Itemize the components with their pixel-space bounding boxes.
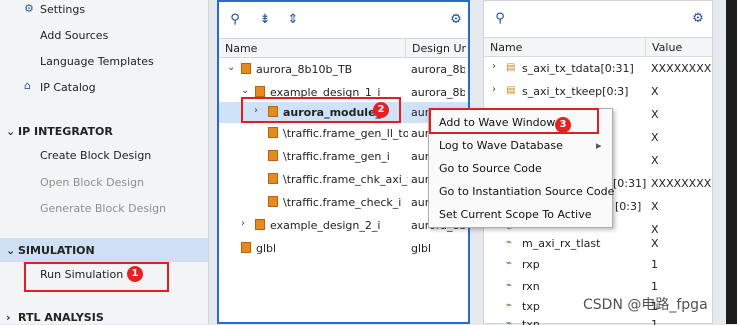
object-value: X (651, 200, 659, 213)
object-name: m_axi_rx_tlast (522, 237, 601, 250)
scope-name: \traffic.frame_gen_ll_to_ax (283, 127, 408, 140)
object-name: [0:3] (615, 200, 642, 213)
section-simulation-label: SIMULATION (18, 244, 95, 257)
chevron-down-icon[interactable]: ⌄ (241, 85, 249, 96)
plug-icon: ⌂ (24, 79, 31, 92)
section-rtl-analysis-label: RTL ANALYSIS (18, 311, 104, 324)
highlight-box-run-simulation (24, 262, 169, 292)
scope-row[interactable]: glbl glbl (219, 237, 468, 260)
object-row[interactable]: › ▤ s_axi_tx_tkeep[0:3] X (484, 80, 712, 103)
bus-icon: ▤ (506, 62, 516, 73)
nav-language-templates[interactable]: Language Templates (40, 55, 154, 68)
column-header-name[interactable]: Name (219, 38, 405, 58)
scope-name: example_design_2_i (270, 219, 381, 232)
nav-settings[interactable]: Settings (40, 3, 85, 16)
module-icon (268, 173, 278, 184)
nav-generate-block-design: Generate Block Design (40, 202, 167, 215)
chevron-right-icon[interactable]: › (492, 84, 496, 95)
step-badge-2: 2 (373, 102, 389, 118)
search-icon[interactable]: ⚲ (492, 11, 508, 27)
menu-item-go-to-source-code[interactable]: Go to Source Code (439, 162, 542, 175)
module-icon (268, 127, 278, 138)
wire-icon: ⌁ (506, 258, 513, 269)
nav-add-sources[interactable]: Add Sources (40, 29, 108, 42)
object-value: X (651, 131, 659, 144)
scope-name: \traffic.frame_check_i (283, 196, 402, 209)
module-icon (255, 219, 265, 230)
highlight-box-add-to-wave (429, 108, 599, 134)
wire-icon: ⌁ (506, 280, 513, 291)
chevron-right-icon[interactable]: › (492, 61, 496, 72)
scopes-toolbar: ⚲ ⇟ ⇕ ⚙ (219, 2, 468, 38)
object-value: 1 (651, 258, 658, 271)
gear-icon: ⚙ (24, 2, 34, 15)
menu-item-log-to-wave-database[interactable]: Log to Wave Database (439, 139, 563, 152)
menu-item-go-to-instantiation-source-code[interactable]: Go to Instantiation Source Code (439, 185, 614, 198)
watermark: CSDN @电路_fpga (583, 297, 708, 313)
scope-name: \traffic.frame_chk_axi_to_l (283, 173, 408, 186)
chevron-down-icon: ⌄ (6, 244, 16, 257)
section-ip-integrator-label: IP INTEGRATOR (18, 125, 113, 138)
section-simulation[interactable]: ⌄ SIMULATION (6, 244, 95, 257)
section-ip-integrator[interactable]: ⌄ IP INTEGRATOR (6, 125, 113, 138)
object-name: txp (522, 300, 540, 313)
wire-icon: ⌁ (506, 300, 513, 311)
object-name: [0:31] (613, 177, 647, 190)
chevron-right-icon: › (6, 311, 11, 324)
step-badge-3: 3 (555, 117, 571, 133)
chevron-down-icon: ⌄ (6, 125, 16, 138)
step-badge-1: 1 (127, 266, 143, 282)
collapse-all-icon[interactable]: ⇟ (257, 12, 273, 28)
column-header-value[interactable]: Value (645, 37, 712, 57)
object-value: 1 (651, 280, 658, 293)
object-name: s_axi_tx_tkeep[0:3] (522, 85, 629, 98)
menu-item-set-current-scope-active[interactable]: Set Current Scope To Active (439, 208, 591, 221)
scope-name: aurora_8b10b_TB (256, 63, 353, 76)
nav-open-block-design: Open Block Design (40, 176, 145, 189)
object-value: XXXXXXXX (651, 62, 711, 75)
nav-create-block-design[interactable]: Create Block Design (40, 149, 151, 162)
gear-icon[interactable]: ⚙ (448, 12, 464, 28)
gear-icon[interactable]: ⚙ (690, 11, 706, 27)
module-icon (268, 150, 278, 161)
section-rtl-analysis[interactable]: › RTL ANALYSIS (6, 311, 104, 324)
scope-design-unit: glbl (411, 242, 432, 255)
chevron-down-icon[interactable]: ⌄ (227, 62, 235, 73)
expand-all-icon[interactable]: ⇕ (285, 12, 301, 28)
object-value: XXXXXXXX (651, 177, 711, 190)
module-icon (255, 86, 265, 97)
object-name: rxp (522, 258, 540, 271)
scope-design-unit: aurora_8b (411, 86, 465, 99)
search-icon[interactable]: ⚲ (227, 12, 243, 28)
object-value: X (651, 108, 659, 121)
nav-ip-catalog[interactable]: IP Catalog (40, 81, 96, 94)
scope-name: \traffic.frame_gen_i (283, 150, 390, 163)
module-icon (268, 196, 278, 207)
column-header-name[interactable]: Name (484, 37, 645, 57)
scope-name: glbl (256, 242, 277, 255)
wire-icon: ⌁ (506, 237, 513, 248)
object-row[interactable]: ⌁ txn 1 (484, 313, 712, 325)
object-value: X (651, 154, 659, 167)
object-value: X (651, 85, 659, 98)
object-row[interactable]: › ▤ s_axi_tx_tdata[0:31] XXXXXXXX (484, 57, 712, 80)
object-value: X (651, 237, 659, 250)
waveform-edge (726, 0, 737, 324)
submenu-arrow-icon: ▸ (596, 139, 602, 152)
object-name: rxn (522, 280, 540, 293)
bus-icon: ▤ (506, 85, 516, 96)
module-icon (241, 242, 251, 253)
object-row[interactable]: ⌁ m_axi_rx_tlast X (484, 232, 712, 255)
object-name: s_axi_tx_tdata[0:31] (522, 62, 634, 75)
scope-row[interactable]: ⌄ aurora_8b10b_TB aurora_8b (219, 58, 468, 81)
column-header-design-unit[interactable]: Design Ur (405, 38, 468, 58)
chevron-right-icon[interactable]: › (241, 218, 245, 229)
object-row[interactable]: ⌁ rxp 1 (484, 253, 712, 276)
module-icon (241, 63, 251, 74)
scope-design-unit: aurora_8b (411, 63, 465, 76)
